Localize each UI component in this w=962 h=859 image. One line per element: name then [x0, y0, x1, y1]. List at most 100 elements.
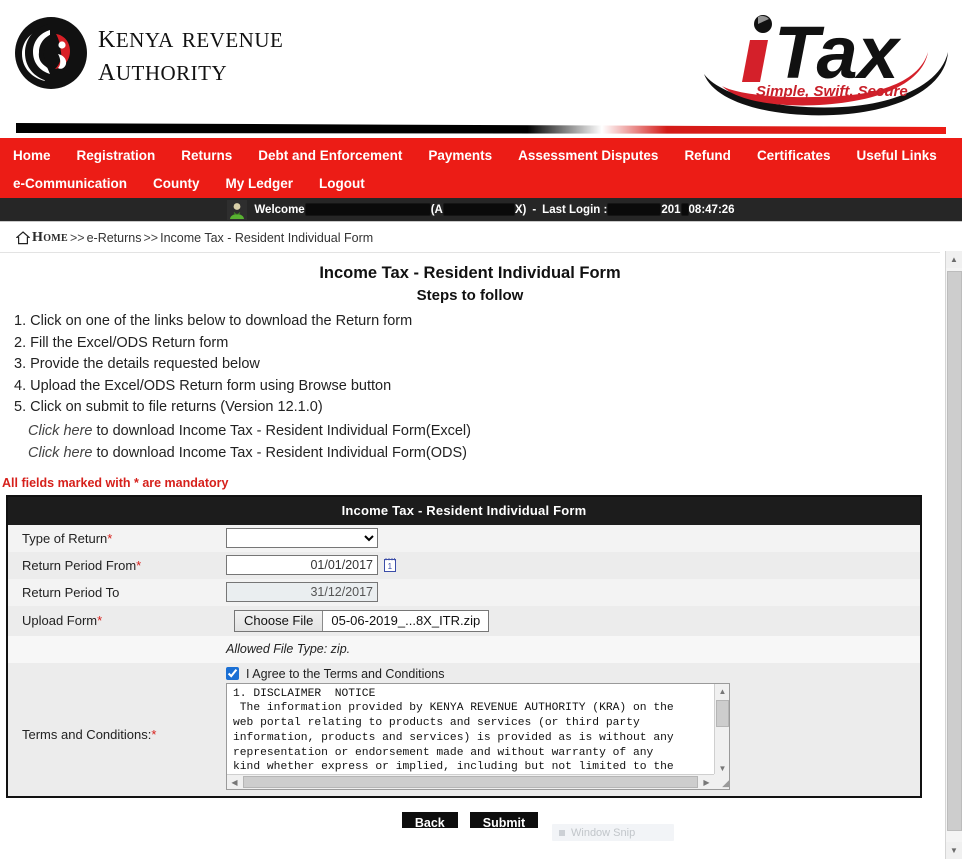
- breadcrumb-home-link[interactable]: Home: [32, 230, 68, 246]
- terms-and-conditions-textarea[interactable]: 1. DISCLAIMER NOTICE The information pro…: [226, 682, 730, 790]
- breadcrumb-current: Income Tax - Resident Individual Form: [160, 231, 374, 245]
- file-upload-control[interactable]: Choose File 05-06-2019_...8X_ITR.zip: [234, 609, 490, 632]
- steps-list: 1. Click on one of the links below to do…: [0, 311, 940, 419]
- redacted-last-login-date: [608, 204, 661, 215]
- welcome-pin-open: (A: [430, 203, 443, 216]
- redacted-year-digit: [681, 204, 688, 215]
- form-row-type-of-return: Type of Return* Original Amended: [8, 524, 920, 552]
- allowed-file-type-note: Allowed File Type: zip.: [226, 642, 351, 656]
- selected-file-name: 05-06-2019_...8X_ITR.zip: [331, 613, 481, 628]
- label-return-period-to-text: Return Period To: [22, 584, 120, 600]
- nav-item-returns[interactable]: Returns: [168, 142, 245, 170]
- main-navigation: Home Registration Returns Debt and Enfor…: [0, 142, 962, 198]
- nav-item-payments[interactable]: Payments: [415, 142, 505, 170]
- kra-logo[interactable]: Kenya Revenue Authority: [14, 14, 283, 92]
- nav-item-my-ledger[interactable]: My Ledger: [213, 170, 307, 198]
- terms-horizontal-scroll-thumb[interactable]: [243, 775, 698, 788]
- step-item-1: 1. Click on one of the links below to do…: [14, 313, 413, 329]
- label-return-period-to: Return Period To: [8, 585, 226, 600]
- nav-item-useful-links[interactable]: Useful Links: [843, 142, 949, 170]
- terms-resize-grip-icon[interactable]: ◢: [714, 773, 729, 789]
- itax-tagline-text: Simple, Swift, Secure: [756, 83, 908, 100]
- return-period-from-input[interactable]: [226, 555, 378, 575]
- welcome-greeting: Welcome: [254, 203, 305, 216]
- download-excel-text: to download Income Tax - Resident Indivi…: [92, 422, 471, 439]
- header-red-rule: [0, 138, 962, 142]
- form-row-return-period-from: Return Period From* 1: [8, 551, 920, 579]
- nav-item-refund[interactable]: Refund: [671, 142, 744, 170]
- page-subtitle: Steps to follow: [416, 287, 524, 304]
- terms-vertical-scrollbar[interactable]: ▲ ▼: [714, 683, 729, 776]
- page-scroll-thumb[interactable]: [947, 271, 962, 831]
- window-snip-overlay[interactable]: Window Snip: [552, 824, 674, 841]
- required-marker-upload-form: *: [97, 613, 103, 628]
- redacted-taxpayer-name: [305, 204, 430, 215]
- breadcrumb: Home >> e-Returns >> Income Tax - Reside…: [0, 222, 940, 253]
- page-title: Income Tax - Resident Individual Form: [319, 264, 621, 282]
- step-item-2: 2. Fill the Excel/ODS Return form: [14, 334, 229, 351]
- nav-item-home[interactable]: Home: [0, 142, 64, 170]
- welcome-bar: Welcome (A X) - Last Login : 201 08:47:2…: [0, 198, 962, 221]
- breadcrumb-ereturns-link[interactable]: e-Returns: [87, 231, 142, 245]
- step-item-3: 3. Provide the details requested below: [14, 356, 260, 372]
- agree-terms-checkbox[interactable]: [226, 667, 239, 680]
- terms-and-conditions-text: 1. DISCLAIMER NOTICE The information pro…: [233, 687, 674, 774]
- welcome-pin-close: X): [514, 203, 527, 216]
- user-avatar-icon: [227, 199, 248, 220]
- header-divider-band: [0, 118, 962, 142]
- last-login-year: 201: [661, 203, 681, 216]
- svg-text:Tax: Tax: [774, 11, 902, 94]
- terms-scroll-up-icon[interactable]: ▲: [715, 683, 729, 699]
- nav-item-e-communication[interactable]: e-Communication: [0, 170, 140, 198]
- label-type-of-return: Type of Return*: [8, 531, 226, 546]
- back-button[interactable]: Back: [401, 811, 458, 828]
- label-return-period-from: Return Period From*: [8, 558, 226, 573]
- step-item-4: 4. Upload the Excel/ODS Return form usin…: [14, 377, 392, 394]
- nav-item-logout[interactable]: Logout: [306, 170, 378, 198]
- kra-lion-emblem-icon: [14, 14, 88, 92]
- breadcrumb-separator-2: >>: [143, 231, 159, 245]
- return-period-to-input: [226, 582, 378, 602]
- terms-scroll-right-icon[interactable]: ▶: [699, 775, 714, 789]
- label-return-period-from-text: Return Period From: [22, 557, 137, 573]
- download-links: Click here to download Income Tax - Resi…: [0, 420, 940, 464]
- page-vertical-scrollbar[interactable]: ▲ ▼: [945, 251, 962, 859]
- itax-logo[interactable]: Tax Simple, Swift, Secure: [688, 0, 954, 120]
- type-of-return-select[interactable]: Original Amended: [226, 528, 378, 548]
- agree-terms-label: I Agree to the Terms and Conditions: [246, 666, 445, 681]
- kra-wordmark: Kenya Revenue Authority: [98, 20, 283, 87]
- nav-item-certificates[interactable]: Certificates: [744, 142, 844, 170]
- download-ods-link[interactable]: Click here: [28, 445, 92, 461]
- form-row-allowed-file-type: Allowed File Type: zip.: [8, 635, 920, 663]
- choose-file-button[interactable]: Choose File: [235, 610, 324, 631]
- submit-button[interactable]: Submit: [469, 811, 539, 828]
- form-row-terms-and-conditions: Terms and Conditions:* I Agree to the Te…: [8, 662, 920, 796]
- nav-item-debt-and-enforcement[interactable]: Debt and Enforcement: [245, 142, 415, 170]
- terms-scroll-left-icon[interactable]: ◀: [227, 775, 242, 789]
- window-snip-label: Window Snip: [571, 826, 636, 839]
- last-login-time: 08:47:26: [688, 203, 735, 216]
- kra-wordmark-line2: Authority: [98, 51, 228, 88]
- calendar-icon[interactable]: 1: [383, 557, 397, 573]
- mandatory-fields-note: All fields marked with * are mandatory: [2, 475, 229, 490]
- form-row-upload-form: Upload Form* Choose File 05-06-2019_...8…: [8, 605, 920, 636]
- nav-item-assessment-disputes[interactable]: Assessment Disputes: [505, 142, 671, 170]
- nav-item-registration[interactable]: Registration: [64, 142, 169, 170]
- download-excel-link[interactable]: Click here: [28, 423, 92, 439]
- page-scroll-up-icon[interactable]: ▲: [946, 251, 962, 268]
- home-icon[interactable]: [16, 231, 30, 245]
- svg-text:1: 1: [388, 562, 393, 571]
- window-snip-icon: [559, 829, 565, 836]
- nav-row-secondary: e-Communication County My Ledger Logout: [0, 170, 962, 198]
- nav-row-primary: Home Registration Returns Debt and Enfor…: [0, 142, 962, 170]
- site-header: Kenya Revenue Authority Tax Simple, Swif…: [0, 0, 962, 118]
- nav-item-county[interactable]: County: [140, 170, 213, 198]
- breadcrumb-separator-1: >>: [69, 231, 85, 245]
- download-excel-line: Click here to download Income Tax - Resi…: [28, 420, 940, 442]
- page-scroll-down-icon[interactable]: ▼: [946, 842, 962, 859]
- terms-horizontal-scrollbar[interactable]: ◀ ▶: [227, 773, 729, 789]
- terms-vertical-scroll-thumb[interactable]: [716, 699, 729, 727]
- step-item-5: 5. Click on submit to file returns (Vers…: [14, 399, 323, 415]
- content-scroll-area: Home >> e-Returns >> Income Tax - Reside…: [0, 221, 962, 828]
- last-login-label: Last Login :: [542, 203, 608, 216]
